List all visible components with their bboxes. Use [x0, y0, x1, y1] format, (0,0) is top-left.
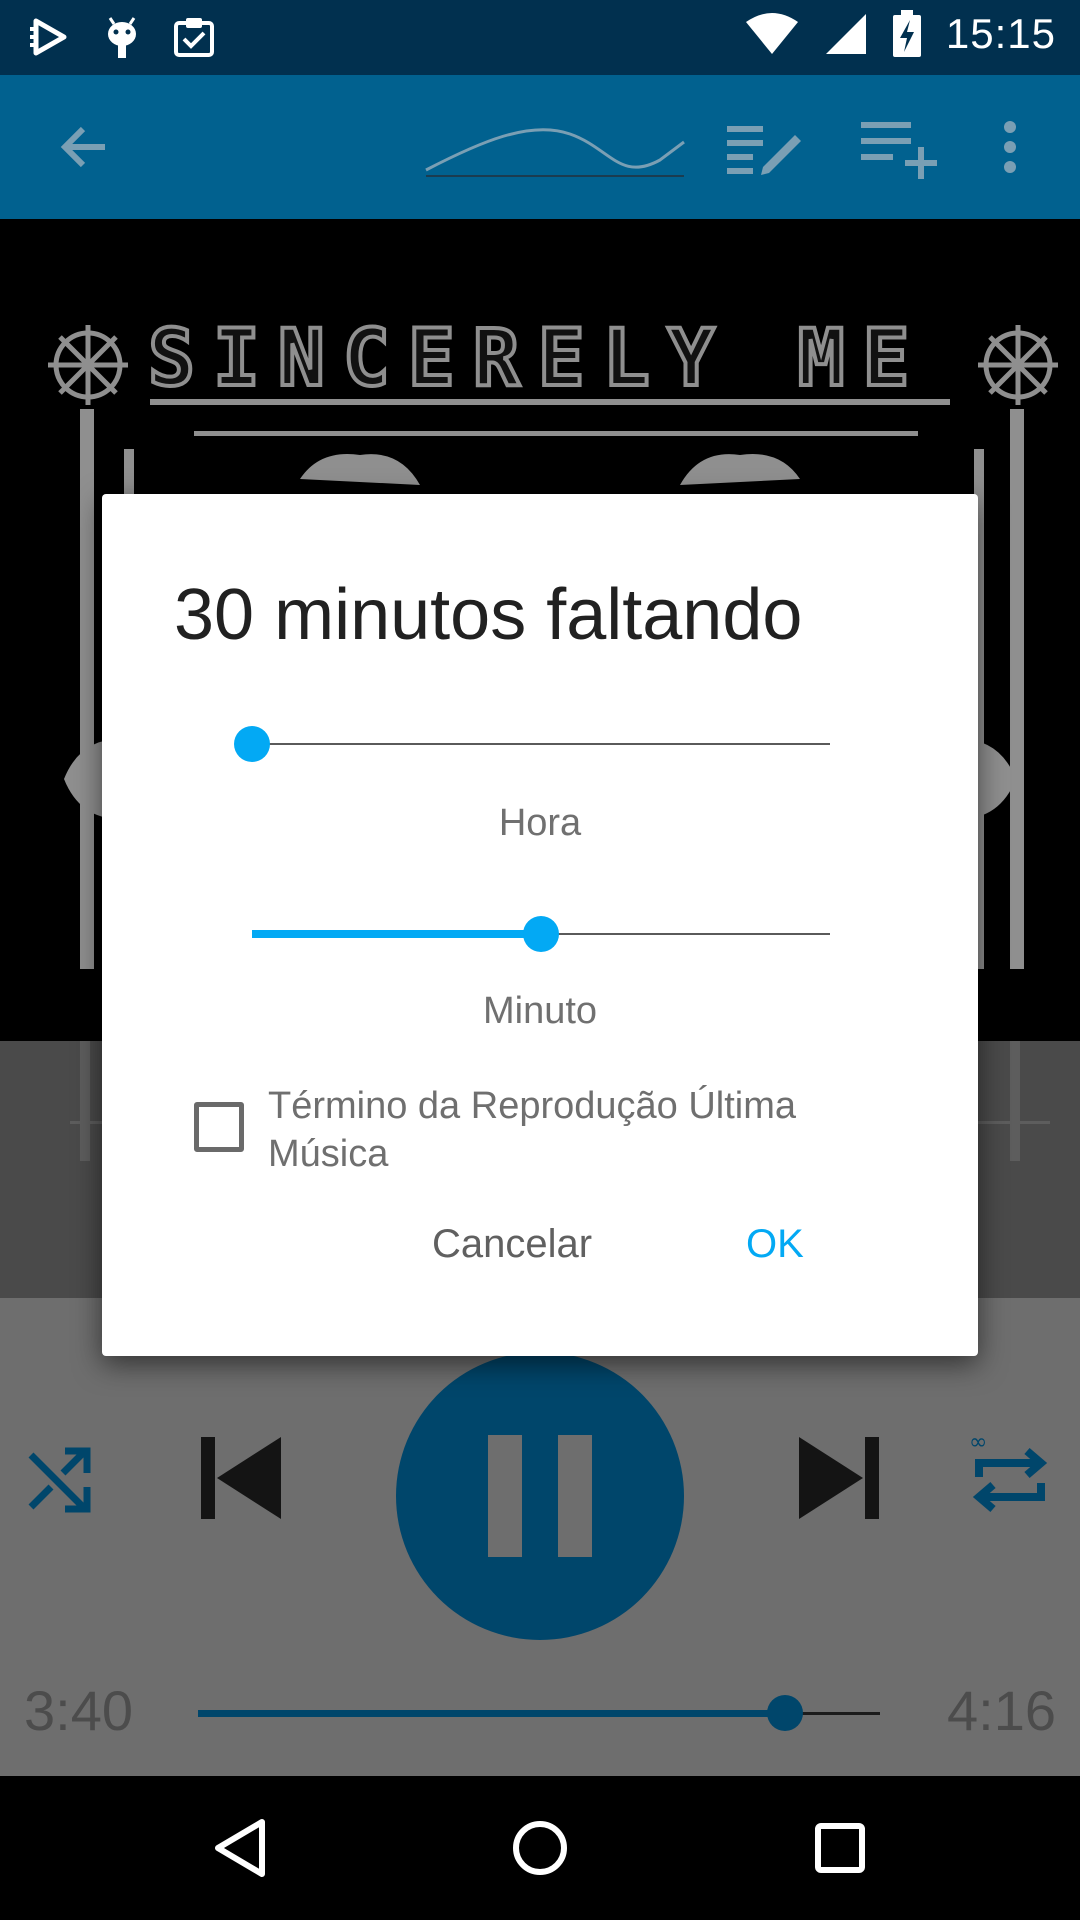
elapsed-time: 3:40 — [24, 1679, 133, 1742]
seek-progress — [198, 1710, 785, 1717]
minute-slider[interactable] — [252, 910, 830, 958]
repeat-icon[interactable]: ∞ — [960, 1428, 1060, 1528]
android-debug-icon — [108, 17, 136, 58]
next-icon[interactable] — [790, 1428, 890, 1528]
play-store-icon — [30, 18, 67, 56]
back-triangle-icon[interactable] — [160, 1776, 320, 1920]
album-title: SINCERELY ME — [146, 312, 928, 406]
playlist-add-icon[interactable] — [850, 75, 950, 219]
shuffle-icon[interactable] — [20, 1438, 100, 1518]
minute-slider-fill — [252, 930, 541, 938]
battery-charging-icon — [892, 10, 921, 57]
edit-list-icon[interactable] — [718, 75, 808, 219]
duration-time: 4:16 — [947, 1679, 1056, 1742]
previous-icon[interactable] — [190, 1428, 290, 1528]
ok-button[interactable]: OK — [732, 1212, 818, 1277]
hour-slider-label: Hora — [498, 802, 582, 844]
last-song-option[interactable]: Término da Reprodução Última Música — [194, 1082, 894, 1178]
hour-slider-thumb[interactable] — [234, 726, 270, 762]
dialog-title: 30 minutos faltando — [174, 575, 803, 655]
seek-thumb[interactable] — [767, 1695, 803, 1731]
svg-text:∞: ∞ — [969, 1433, 987, 1455]
sleep-timer-dialog: 30 minutos faltando Hora Minuto Término … — [102, 494, 978, 1356]
status-time: 15:15 — [945, 10, 1056, 57]
recents-square-icon[interactable] — [760, 1776, 920, 1920]
player-controls: ∞ 3:40 4:16 — [0, 1298, 1080, 1776]
minute-slider-thumb[interactable] — [523, 916, 559, 952]
last-song-checkbox[interactable] — [194, 1102, 244, 1152]
last-song-checkbox-label: Término da Reprodução Última Música — [268, 1085, 797, 1175]
wifi-icon — [745, 13, 798, 54]
signal-icon — [825, 14, 866, 54]
status-bar: 15:15 — [0, 0, 1080, 75]
pause-button[interactable] — [396, 1352, 684, 1640]
more-vert-icon[interactable] — [980, 75, 1040, 219]
home-circle-icon[interactable] — [460, 1776, 620, 1920]
pause-icon — [488, 1435, 522, 1557]
toolbar — [0, 75, 1080, 219]
waveform-icon[interactable] — [420, 75, 690, 219]
hour-slider-track[interactable] — [252, 743, 830, 745]
hour-slider[interactable] — [234, 720, 830, 768]
cancel-button[interactable]: Cancelar — [418, 1212, 606, 1277]
minute-slider-label: Minuto — [482, 990, 598, 1032]
back-arrow-icon[interactable] — [30, 75, 140, 219]
clipboard-check-icon — [174, 18, 214, 57]
navigation-bar — [0, 1776, 1080, 1920]
